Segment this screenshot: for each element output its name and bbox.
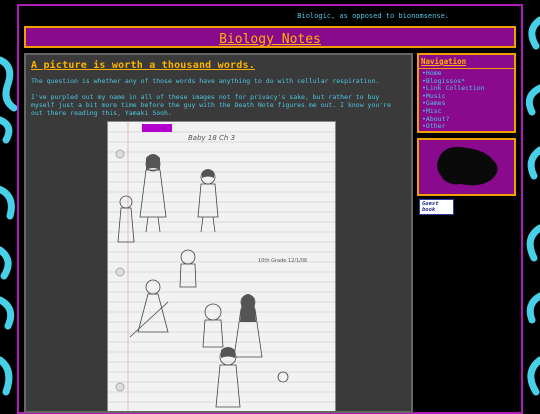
sketch-drawing: Baby 18 Ch 3 10th Grade 12/1/06 [108,122,335,411]
navigation-title: Navigation [419,55,514,69]
censor-bar [142,124,172,132]
post-paragraph: The question is whether any of those wor… [31,77,380,85]
main-content: A picture is worth a thousand words. The… [24,53,413,413]
sketch-caption: Baby 18 Ch 3 [188,134,235,142]
page-frame: Biologic, as opposed to bionomsense. Bio… [17,4,523,414]
sidebar-image-panel [417,138,516,196]
tagline: Biologic, as opposed to bionomsense. [297,12,449,20]
navigation-panel: Navigation Home Blogissos* Link Collecti… [417,53,516,133]
nav-item-other[interactable]: Other [422,123,514,131]
sketch-note: 10th Grade 12/1/06 [258,258,307,264]
sketch-image: Baby 18 Ch 3 10th Grade 12/1/06 [107,121,336,411]
guestbook-label: Guest book [422,201,439,213]
guestbook-button[interactable]: Guest book [419,199,454,215]
navigation-list: Home Blogissos* Link Collection Music Ga… [419,69,514,131]
site-header: Biology Notes [24,26,516,48]
post-paragraph: I've purpled out my name in all of these… [31,93,392,117]
site-title-link[interactable]: Biology Notes [219,32,321,47]
black-blob-image [437,146,498,186]
post-title-link[interactable]: A picture is worth a thousand words. [31,60,255,71]
